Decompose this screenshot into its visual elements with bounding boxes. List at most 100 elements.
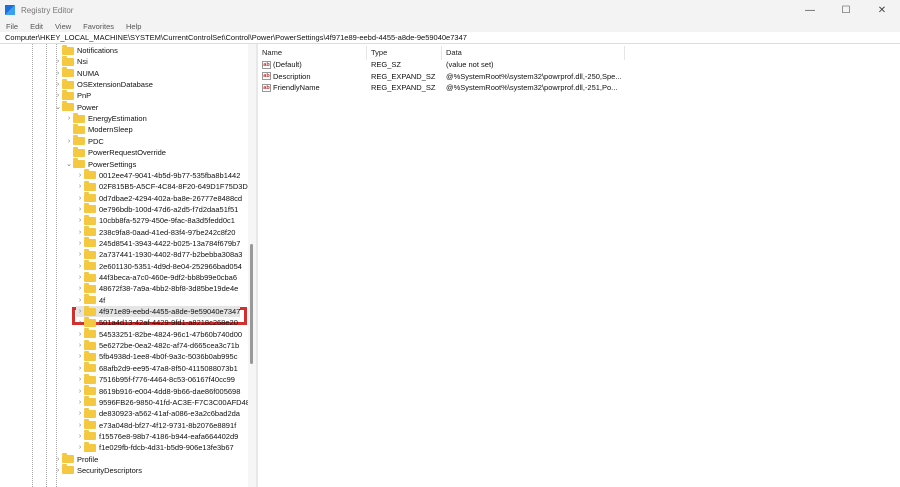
tree-item[interactable]: › 44f3beca-a7c0-460e-9df2-bb8b99e0cba6: [76, 271, 237, 283]
chevron-right-icon[interactable]: ›: [76, 444, 84, 451]
chevron-down-icon[interactable]: ⌄: [65, 160, 73, 168]
tree-item[interactable]: › EnergyEstimation: [65, 112, 147, 124]
tree-item[interactable]: › 501a4d13-42af-4429-9fd1-a8218c268e20: [76, 316, 238, 328]
string-value-icon: ab: [262, 72, 271, 80]
tree-item[interactable]: › Nsi: [54, 55, 88, 67]
chevron-right-icon[interactable]: ›: [76, 422, 84, 429]
chevron-right-icon[interactable]: ›: [76, 297, 84, 304]
folder-icon: [84, 282, 96, 293]
close-button[interactable]: ✕: [864, 0, 900, 20]
tree-item[interactable]: › SecurityDescriptors: [54, 464, 142, 476]
menu-view[interactable]: View: [55, 22, 71, 31]
tree-item[interactable]: › e73a048d-bf27-4f12-9731-8b2076e8891f: [76, 419, 236, 431]
tree-item[interactable]: › 0e796bdb-100d-47d6-a2d5-f7d2daa51f51: [76, 203, 239, 215]
tree-item[interactable]: › Profile: [54, 453, 98, 465]
tree-item[interactable]: › NUMA: [54, 67, 99, 79]
tree-item-label: 68afb2d9-ee95-47a8-8f50-4115088073b1: [99, 363, 238, 373]
menu-file[interactable]: File: [6, 22, 18, 31]
folder-icon: [84, 419, 96, 430]
chevron-right-icon[interactable]: ›: [76, 308, 84, 315]
folder-icon: [84, 385, 96, 395]
menu-edit[interactable]: Edit: [30, 22, 43, 31]
chevron-right-icon[interactable]: ›: [65, 138, 73, 145]
chevron-right-icon[interactable]: ›: [76, 319, 84, 326]
tree-item[interactable]: › 2a737441-1930-4402-8d77-b2bebba308a3: [76, 248, 242, 260]
tree-item[interactable]: › 245d8541-3943-4422-b025-13a784f679b7: [76, 237, 240, 249]
tree-item[interactable]: › 4f971e89-eebd-4455-a8de-9e59040e7347: [76, 305, 241, 318]
tree-item-label: 7516b95f-f776-4464-8c53-06167f40cc99: [99, 375, 235, 385]
tree-item[interactable]: PowerRequestOverride: [65, 146, 166, 158]
tree-item[interactable]: › 0d7dbae2-4294-402a-ba8e-26777e8488cd: [76, 192, 242, 204]
value-row[interactable]: ab Description: [262, 71, 311, 82]
chevron-right-icon[interactable]: ›: [54, 467, 62, 474]
tree-item[interactable]: › 10cbb8fa-5279-450e-9fac-8a3d5fedd0c1: [76, 214, 235, 226]
tree-item[interactable]: ⌄ PowerSettings: [65, 158, 136, 170]
chevron-right-icon[interactable]: ›: [76, 263, 84, 270]
tree-item[interactable]: › 48672f38-7a9a-4bb2-8bf8-3d85be19de4e: [76, 282, 238, 294]
chevron-right-icon[interactable]: ›: [76, 285, 84, 292]
chevron-right-icon[interactable]: ›: [76, 240, 84, 247]
tree-scrollbar[interactable]: [248, 44, 256, 487]
chevron-right-icon[interactable]: ›: [76, 433, 84, 440]
chevron-right-icon[interactable]: ›: [54, 58, 62, 65]
tree-item[interactable]: › 54533251-82be-4824-96c1-47b60b740d00: [76, 328, 242, 340]
chevron-right-icon[interactable]: ›: [76, 410, 84, 417]
chevron-right-icon[interactable]: ›: [76, 388, 84, 395]
tree-item[interactable]: ModernSleep: [65, 123, 133, 135]
maximize-button[interactable]: ☐: [828, 0, 864, 20]
chevron-right-icon[interactable]: ›: [76, 331, 84, 338]
menu-help[interactable]: Help: [126, 22, 141, 31]
chevron-right-icon[interactable]: ›: [76, 376, 84, 383]
chevron-right-icon[interactable]: ›: [76, 183, 84, 190]
tree-item[interactable]: Notifications: [54, 44, 118, 56]
value-data: (value not set): [446, 60, 494, 69]
tree-guide: [32, 44, 33, 487]
tree-item[interactable]: › OSExtensionDatabase: [54, 78, 153, 90]
tree-item[interactable]: › PnP: [54, 89, 91, 101]
tree-item[interactable]: › 9596FB26-9850-41fd-AC3E-F7C3C00AFD48: [76, 396, 248, 408]
scrollbar-thumb[interactable]: [250, 244, 253, 364]
chevron-right-icon[interactable]: ›: [76, 206, 84, 213]
tree-item[interactable]: › 02F815B5-A5CF-4C84-8F20-649D1F75D3D8: [76, 180, 248, 192]
tree-item[interactable]: › 5fb4938d-1ee8-4b0f-9a3c-5036b0ab995c: [76, 350, 237, 362]
tree-item[interactable]: › 0012ee47-9041-4b5d-9b77-535fba8b1442: [76, 169, 240, 181]
chevron-right-icon[interactable]: ›: [76, 342, 84, 349]
tree-item-label: 0e796bdb-100d-47d6-a2d5-f7d2daa51f51: [99, 204, 239, 214]
tree-item[interactable]: › f1e029fb-fdcb-4d31-b5d9-906e13fe3b67: [76, 441, 234, 453]
chevron-right-icon[interactable]: ›: [76, 399, 84, 406]
value-row[interactable]: ab (Default): [262, 59, 302, 70]
tree-item[interactable]: › 238c9fa8-0aad-41ed-83f4-97be242c8f20: [76, 226, 235, 238]
chevron-right-icon[interactable]: ›: [76, 229, 84, 236]
tree-item[interactable]: ⌄ Power: [54, 101, 98, 113]
tree-item-label: 4f971e89-eebd-4455-a8de-9e59040e7347: [99, 307, 241, 317]
string-value-icon: ab: [262, 83, 271, 92]
chevron-down-icon[interactable]: ⌄: [54, 103, 62, 111]
chevron-right-icon[interactable]: ›: [76, 195, 84, 202]
tree-item[interactable]: › 5e6272be-0ea2-482c-af74-d665cea3c71b: [76, 339, 239, 351]
tree-item[interactable]: › f15576e8-98b7-4186-b944-eafa664402d9: [76, 430, 239, 442]
address-bar[interactable]: Computer\HKEY_LOCAL_MACHINE\SYSTEM\Curre…: [0, 32, 900, 44]
menu-favorites[interactable]: Favorites: [83, 22, 114, 31]
tree-item[interactable]: › 7516b95f-f776-4464-8c53-06167f40cc99: [76, 373, 235, 385]
chevron-right-icon[interactable]: ›: [54, 456, 62, 463]
chevron-right-icon[interactable]: ›: [76, 274, 84, 281]
minimize-button[interactable]: —: [792, 0, 828, 20]
tree-item[interactable]: › 68afb2d9-ee95-47a8-8f50-4115088073b1: [76, 362, 238, 374]
tree-item-label: f15576e8-98b7-4186-b944-eafa664402d9: [99, 431, 239, 441]
chevron-right-icon[interactable]: ›: [76, 365, 84, 372]
tree-item[interactable]: › de830923-a562-41af-a086-e3a2c6bad2da: [76, 407, 240, 419]
tree-item[interactable]: › PDC: [65, 135, 104, 147]
chevron-right-icon[interactable]: ›: [54, 92, 62, 99]
key-tree[interactable]: Notifications › Nsi › NUMA › OSExtensionDataba…: [0, 44, 248, 487]
chevron-right-icon[interactable]: ›: [76, 217, 84, 224]
tree-item[interactable]: › 8619b916-e004-4dd8-9b66-dae86f005698: [76, 385, 240, 397]
chevron-right-icon[interactable]: ›: [65, 115, 73, 122]
chevron-right-icon[interactable]: ›: [76, 251, 84, 258]
tree-item[interactable]: › 4f: [76, 294, 105, 306]
value-row[interactable]: ab FriendlyName: [262, 82, 320, 93]
chevron-right-icon[interactable]: ›: [76, 353, 84, 360]
chevron-right-icon[interactable]: ›: [54, 81, 62, 88]
chevron-right-icon[interactable]: ›: [54, 70, 62, 77]
tree-item[interactable]: › 2e601130-5351-4d9d-8e04-252966bad054: [76, 260, 242, 272]
chevron-right-icon[interactable]: ›: [76, 172, 84, 179]
